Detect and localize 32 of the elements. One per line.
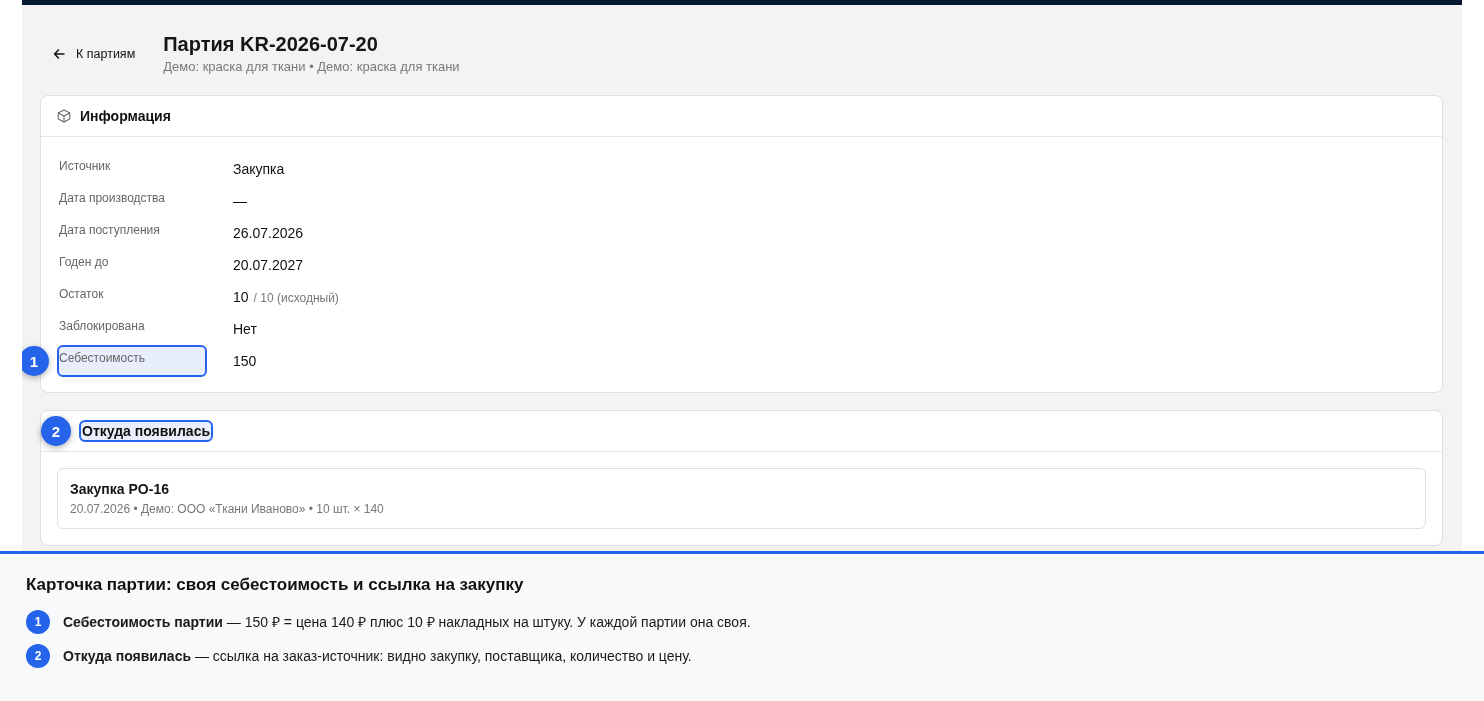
field-label: Дата производства xyxy=(58,190,167,207)
field-value: 10 xyxy=(233,288,249,307)
field-label: Источник xyxy=(58,158,112,175)
back-link[interactable]: К партиям xyxy=(53,46,136,61)
page-title: Партия KR-2026-07-20 xyxy=(163,32,379,57)
field-value: — xyxy=(233,192,247,211)
source-title: Закупка PO-16 xyxy=(70,480,170,499)
field-label: Годен до xyxy=(58,254,110,271)
field-value: 150 xyxy=(233,352,257,371)
field-value: Закупка xyxy=(233,160,285,179)
field-label: Заблокирована xyxy=(58,318,146,335)
note-text: Себестоимость партии — 150 ₽ = цена 140 ₽ плюс 10 ₽ накладных на штуку. У каждой партии она своя. xyxy=(63,613,751,632)
field-note: / 10 (исходный) xyxy=(253,290,339,307)
source-item[interactable]: Закупка PO-16 20.07.2026 • Демо: ООО «Ткани Иваново» • 10 шт. × 140 xyxy=(57,468,1426,529)
step-badge: 2 xyxy=(41,416,71,446)
card-title: Информация xyxy=(79,107,172,126)
field-label: Дата поступления xyxy=(58,222,161,239)
page-subtitle: Демо: краска для ткани • Демо: краска для ткани xyxy=(163,58,460,76)
step-badge: 2 xyxy=(26,644,50,668)
field-label: Себестоимость xyxy=(57,345,207,377)
field-value: 20.07.2027 xyxy=(233,256,304,275)
source-details: 20.07.2026 • Демо: ООО «Ткани Иваново» • 10 шт. × 140 xyxy=(70,501,385,518)
field-value: Нет xyxy=(233,320,257,339)
step-badge: 1 xyxy=(22,346,49,376)
field-value: 26.07.2026 xyxy=(233,224,304,243)
step-badge: 1 xyxy=(26,610,50,634)
help-title: Карточка партии: своя себестоимость и ссылка на закупку xyxy=(26,574,525,596)
field-label: Остаток xyxy=(58,286,105,303)
note-text: Откуда появилась — ссылка на заказ-источник: видно закупку, поставщика, количество и цену. xyxy=(63,647,692,666)
cube-icon xyxy=(57,109,71,123)
arrow-left-icon xyxy=(53,48,65,59)
card-title: Откуда появилась xyxy=(79,420,214,442)
